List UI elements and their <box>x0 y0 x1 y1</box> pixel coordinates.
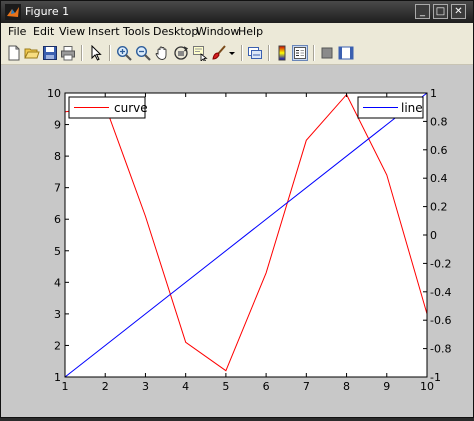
hide-plot-tools-icon[interactable] <box>319 45 335 61</box>
menu-bar: File Edit View Insert Tools Desktop Wind… <box>1 23 473 41</box>
y-right-tick-label: 0.8 <box>430 115 448 128</box>
menu-tools[interactable]: Tools <box>123 25 150 38</box>
brush-dropdown-icon[interactable] <box>228 45 236 61</box>
legend-curve-label: curve <box>114 101 148 115</box>
new-figure-icon[interactable] <box>6 45 22 61</box>
show-plot-tools-icon[interactable] <box>338 45 354 61</box>
x-tick-label: 3 <box>142 380 149 393</box>
toolbar-separator <box>241 45 243 61</box>
menu-view[interactable]: View <box>59 25 85 38</box>
print-icon[interactable] <box>60 45 76 61</box>
menu-edit[interactable]: Edit <box>33 25 54 38</box>
y-right-tick-label: 1 <box>430 87 437 100</box>
x-tick-label: 5 <box>222 380 229 393</box>
maximize-button[interactable]: □ <box>433 4 448 19</box>
toolbar-separator <box>268 45 270 61</box>
x-tick-label: 2 <box>102 380 109 393</box>
x-tick-label: 4 <box>182 380 189 393</box>
menu-window[interactable]: Window <box>196 25 239 38</box>
zoom-out-icon[interactable] <box>135 45 151 61</box>
link-plot-icon[interactable] <box>247 45 263 61</box>
legend-line-label: line <box>401 101 423 115</box>
y-left-tick-label: 1 <box>54 371 61 384</box>
rotate-3d-icon[interactable] <box>173 45 189 61</box>
y-left-tick-label: 3 <box>54 308 61 321</box>
menu-insert[interactable]: Insert <box>88 25 120 38</box>
close-button[interactable]: ✕ <box>451 4 466 19</box>
matlab-icon <box>5 4 21 20</box>
y-left-tick-label: 2 <box>54 339 61 352</box>
minimize-button[interactable]: _ <box>415 4 430 19</box>
menu-desktop[interactable]: Desktop <box>153 25 198 38</box>
legend-curve[interactable]: curve <box>68 96 148 119</box>
y-left-tick-label: 8 <box>54 150 61 163</box>
y-right-tick-label: 0.6 <box>430 144 448 157</box>
y-left-tick-label: 7 <box>54 182 61 195</box>
toolbar-separator <box>109 45 111 61</box>
x-tick-label: 7 <box>303 380 310 393</box>
figure-window: Figure 1 _ □ ✕ File Edit View Insert Too… <box>0 0 474 418</box>
x-tick-label: 6 <box>263 380 270 393</box>
insert-colorbar-icon[interactable] <box>274 45 290 61</box>
brush-icon[interactable] <box>211 45 227 61</box>
y-right-tick-label: -0.2 <box>430 257 451 270</box>
y-right-tick-label: 0.2 <box>430 201 448 214</box>
y-left-tick-label: 9 <box>54 119 61 132</box>
insert-legend-icon[interactable] <box>292 45 308 61</box>
x-tick-label: 1 <box>62 380 69 393</box>
toolbar-separator <box>313 45 315 61</box>
y-left-tick-label: 5 <box>54 245 61 258</box>
menu-help[interactable]: Help <box>238 25 263 38</box>
zoom-in-icon[interactable] <box>116 45 132 61</box>
save-icon[interactable] <box>42 45 58 61</box>
y-right-tick-label: -0.8 <box>430 343 451 356</box>
y-right-tick-label: 0 <box>430 229 437 242</box>
x-tick-label: 8 <box>343 380 350 393</box>
y-left-tick-label: 4 <box>54 276 61 289</box>
y-right-tick-label: -0.6 <box>430 314 451 327</box>
legend-line[interactable]: line <box>357 96 424 119</box>
y-right-tick-label: -0.4 <box>430 286 451 299</box>
edit-plot-arrow-icon[interactable] <box>88 45 104 61</box>
open-file-icon[interactable] <box>24 45 40 61</box>
y-right-tick-label: 0.4 <box>430 172 448 185</box>
window-title: Figure 1 <box>25 5 70 18</box>
pan-hand-icon[interactable] <box>154 45 170 61</box>
y-right-tick-label: -1 <box>430 371 441 384</box>
figure-toolbar <box>1 41 473 65</box>
toolbar-separator <box>81 45 83 61</box>
plot-svg: 1 2 3 4 5 6 7 8 9 1012345678910 10.80.60.40.20-0.2… <box>47 87 451 393</box>
title-bar[interactable]: Figure 1 _ □ ✕ <box>1 1 473 23</box>
y-left-tick-label: 10 <box>47 87 61 100</box>
menu-file[interactable]: File <box>8 25 26 38</box>
y-left-tick-label: 6 <box>54 213 61 226</box>
figure-canvas: 1 2 3 4 5 6 7 8 9 10 1 2 3 4 5 6 7 8 9 10 1 0.8 0.6 0.4 0.2 0 -0.2… <box>1 65 473 417</box>
x-tick-label: 9 <box>383 380 390 393</box>
data-cursor-icon[interactable] <box>192 45 208 61</box>
